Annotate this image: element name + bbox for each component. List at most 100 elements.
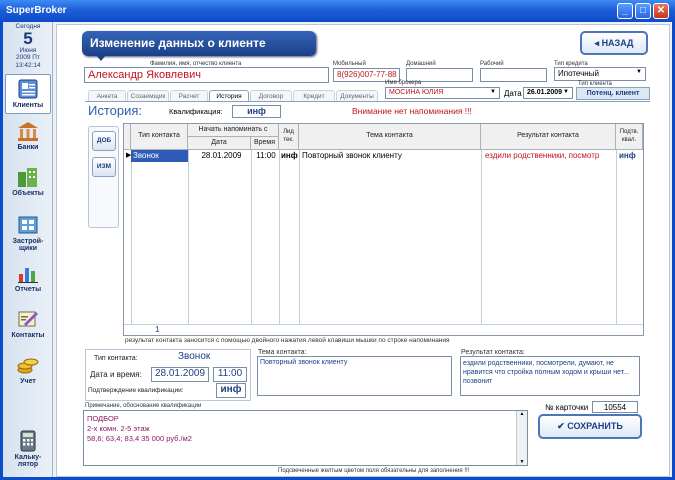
qualification-field[interactable]: инф: [232, 105, 281, 118]
client-type-badge[interactable]: Потенц. клиент: [576, 87, 650, 100]
col-date-header[interactable]: Дата: [188, 137, 251, 150]
credit-type-select[interactable]: Ипотечный ▼: [554, 67, 646, 81]
reports-chart-icon: [18, 268, 38, 283]
row-pointer-icon: ▶: [126, 152, 131, 159]
history-hint: результат контакта заносится с помощью д…: [125, 337, 450, 344]
coins-icon: [17, 358, 39, 374]
sidebar-item-label: Контакты: [11, 332, 45, 339]
sidebar-item-accounting[interactable]: Учет: [5, 354, 51, 392]
col-divider: [616, 150, 617, 324]
detail-confirm-field[interactable]: инф: [216, 383, 246, 398]
reminder-warning: Внимание нет напоминания !!!: [352, 106, 472, 116]
grid-footer-line: [124, 324, 643, 325]
fio-input[interactable]: Александр Яковлевич: [84, 67, 329, 83]
detail-confirm-label: Подтверждение квалификации:: [88, 387, 184, 394]
back-button[interactable]: ◂ НАЗАД: [580, 31, 648, 55]
title-bar[interactable]: SuperBroker: [0, 0, 675, 22]
bank-icon: [18, 122, 38, 141]
work-phone-input[interactable]: [480, 68, 547, 82]
sidebar-item-calculator[interactable]: Кальку-лятор: [5, 430, 51, 472]
row-time-cell[interactable]: 11:00: [251, 150, 279, 162]
footer-hint: Подсвеченные желтым цветом поля обязател…: [278, 468, 470, 474]
col-time-header[interactable]: Время: [251, 137, 279, 150]
scroll-down-icon[interactable]: ▼: [517, 459, 527, 465]
sidebar-item-label: Клиенты: [12, 102, 44, 109]
minimize-button[interactable]: _: [617, 3, 633, 19]
calculator-icon: [20, 430, 36, 452]
result-textarea[interactable]: ездили родственники, посмотрели, думают,…: [460, 356, 640, 396]
col-divider: [251, 150, 252, 324]
col-divider: [481, 150, 482, 324]
chevron-down-icon: ▼: [490, 89, 496, 95]
today-month: Июня: [19, 47, 37, 54]
col-divider: [131, 150, 132, 324]
chevron-down-icon: ▼: [636, 69, 642, 75]
row-type-cell[interactable]: Звонок: [131, 150, 188, 162]
detail-type-value: Звонок: [178, 351, 211, 362]
save-button[interactable]: ✔ СОХРАНИТЬ: [538, 414, 642, 439]
detail-time-field[interactable]: 11:00: [213, 367, 247, 382]
clients-icon: [18, 79, 38, 99]
row-confirm-cell[interactable]: инф: [617, 150, 643, 162]
row-topic-cell[interactable]: Повторный звонок клиенту: [300, 150, 481, 162]
date-label: Дата: [504, 89, 522, 98]
sidebar: Сегодня 5 Июня 2009 Пт 13:42:14 Клиенты …: [3, 22, 53, 477]
sidebar-item-label: Застрой-щики: [12, 238, 44, 252]
today-day: 5: [23, 29, 33, 48]
col-type-header[interactable]: Тип контакта: [131, 124, 188, 150]
today-year: 2009 Пт: [16, 54, 40, 61]
col-lid-header[interactable]: Лид тек.: [279, 124, 299, 150]
notes-textarea[interactable]: ПОДБОР 2-х комн. 2-5 этаж 58,6; 63,4; 83…: [83, 410, 528, 466]
row-lid-cell[interactable]: инф: [279, 150, 299, 162]
sidebar-item-label: Отчеты: [14, 286, 42, 293]
date-value: 26.01.2009: [527, 89, 563, 96]
col-result-header[interactable]: Результат контакта: [481, 124, 616, 150]
sidebar-item-contacts[interactable]: Контакты: [5, 308, 51, 346]
mobile-label: Мобильный: [333, 61, 366, 67]
sidebar-item-clients[interactable]: Клиенты: [5, 74, 51, 114]
add-contact-button[interactable]: ДОБ: [92, 131, 116, 151]
col-divider: [299, 150, 300, 324]
qualification-label: Квалификация:: [169, 107, 223, 116]
topic-label: Тема контакта:: [258, 349, 307, 356]
notes-scrollbar[interactable]: ▲ ▼: [516, 411, 527, 465]
broker-value: МОСИНА ЮЛИЯ: [389, 89, 444, 96]
col-confirm-header[interactable]: Подтв. квал.: [616, 124, 643, 150]
notes-line: 2-х комн. 2-5 этаж: [87, 424, 150, 433]
notes-line: 58,6; 63,4; 83,4 35 000 руб./м2: [87, 434, 192, 443]
sidebar-item-banks[interactable]: Банки: [5, 120, 51, 158]
sidebar-item-developers[interactable]: Застрой-щики: [5, 214, 51, 256]
detail-date-field[interactable]: 28.01.2009: [151, 367, 209, 382]
row-result-cell[interactable]: ездили родственники, посмотр: [483, 150, 616, 162]
edit-contact-button[interactable]: ИЗМ: [92, 157, 116, 177]
back-arrow-icon: ◂: [594, 38, 602, 48]
close-button[interactable]: ✕: [653, 3, 669, 19]
result-label: Результат контакта:: [461, 349, 525, 356]
scroll-up-icon[interactable]: ▲: [517, 411, 527, 417]
row-date-cell[interactable]: 28.01.2009: [190, 150, 251, 162]
detail-type-label: Тип контакта:: [94, 355, 138, 362]
home-label: Домашний: [406, 61, 436, 67]
window-title: SuperBroker: [6, 5, 67, 16]
sidebar-item-label: Банки: [17, 144, 39, 151]
page-title: Изменение данных о клиенте: [82, 31, 316, 56]
maximize-button[interactable]: □: [635, 3, 651, 19]
col-topic-header[interactable]: Тема контакта: [299, 124, 481, 150]
card-number-label: № карточки: [545, 403, 589, 412]
sidebar-item-objects[interactable]: Объекты: [5, 166, 51, 204]
buildings-icon: [18, 168, 37, 187]
check-icon: ✔: [557, 421, 568, 431]
col-remind-header: Начать напоминать с: [188, 124, 279, 137]
back-label: НАЗАД: [601, 38, 634, 48]
notes-label: Примечание, обоснование квалификации: [85, 403, 202, 409]
credit-type-value: Ипотечный: [558, 69, 599, 78]
sidebar-item-label: Кальку-лятор: [14, 454, 42, 468]
broker-select[interactable]: МОСИНА ЮЛИЯ ▼: [385, 87, 500, 99]
topic-textarea[interactable]: Повторный звонок клиенту: [257, 356, 452, 396]
date-select[interactable]: 26.01.2009 ▼: [523, 87, 573, 99]
row-count: 1: [155, 325, 160, 334]
tab-divider: [85, 101, 650, 102]
card-number-field[interactable]: 10554: [592, 401, 638, 413]
sidebar-item-reports[interactable]: Отчеты: [5, 262, 51, 300]
work-label: Рабочий: [480, 61, 504, 67]
